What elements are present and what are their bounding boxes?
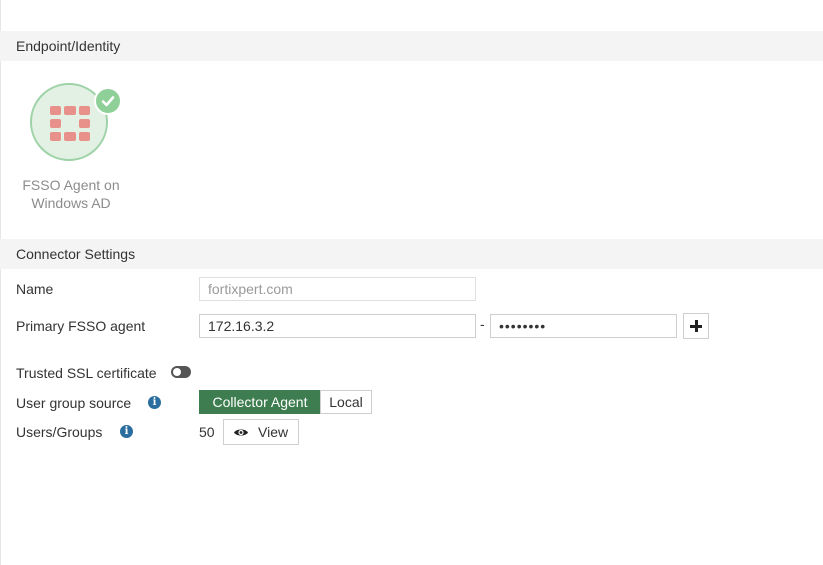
primary-agent-password-input[interactable]	[490, 314, 677, 338]
toggle-knob	[173, 368, 181, 376]
collector-agent-option[interactable]: Collector Agent	[199, 390, 321, 414]
users-groups-label: Users/Groups	[16, 424, 103, 440]
primary-fsso-agent-label: Primary FSSO agent	[16, 318, 146, 334]
connector-card-label: FSSO Agent on Windows AD	[14, 176, 128, 212]
connector-settings-page: Endpoint/Identity FSSO Agent on Windows …	[0, 0, 823, 565]
primary-agent-ip-input[interactable]	[199, 314, 476, 338]
eye-icon	[234, 429, 248, 436]
card-label-line1: FSSO Agent on	[22, 177, 120, 193]
trusted-ssl-toggle[interactable]	[171, 366, 191, 378]
user-group-source-label: User group source	[16, 395, 132, 411]
left-border	[0, 0, 1, 565]
check-circle-icon	[94, 87, 122, 115]
endpoint-identity-header: Endpoint/Identity	[0, 31, 823, 61]
users-groups-count: 50	[199, 424, 215, 440]
name-label: Name	[16, 281, 54, 297]
fortinet-firewall-icon	[50, 106, 90, 142]
trusted-ssl-label: Trusted SSL certificate	[16, 365, 157, 381]
local-option[interactable]: Local	[320, 390, 372, 414]
view-button-label: View	[258, 424, 289, 440]
view-users-button[interactable]: View	[223, 419, 299, 445]
add-agent-button[interactable]	[683, 313, 709, 339]
name-input[interactable]	[199, 277, 476, 301]
info-icon[interactable]: i	[120, 425, 133, 438]
info-icon[interactable]: i	[148, 396, 161, 409]
card-label-line2: Windows AD	[31, 195, 111, 211]
fsso-agent-card[interactable]: FSSO Agent on Windows AD	[14, 80, 128, 220]
connector-settings-header: Connector Settings	[0, 239, 823, 269]
agent-separator: -	[480, 316, 485, 332]
